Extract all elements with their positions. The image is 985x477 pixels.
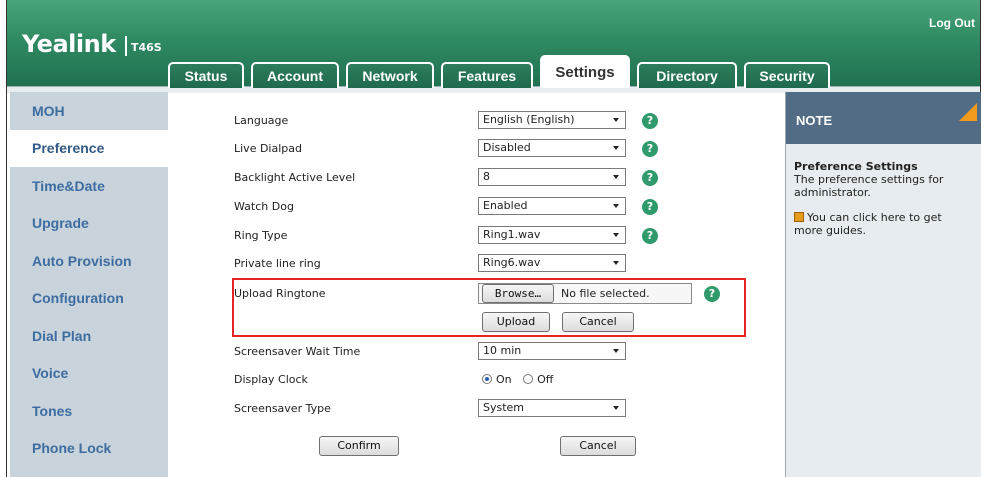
ring-type-select[interactable]: Ring1.wav <box>478 226 626 244</box>
sidebar-item-voice[interactable]: Voice <box>10 355 168 393</box>
chevron-down-icon <box>613 175 619 179</box>
book-icon <box>794 212 804 222</box>
sidebar-item-configuration[interactable]: Configuration <box>10 280 168 318</box>
sidebar: MOH Preference Time&Date Upgrade Auto Pr… <box>10 92 170 477</box>
clock-off-radio[interactable] <box>523 374 534 384</box>
language-select[interactable]: English (English) <box>478 111 626 129</box>
main-tabs: Status Account Network Features Settings… <box>168 55 837 88</box>
note-text: The preference settings for administrato… <box>794 173 944 199</box>
sidebar-item-tones[interactable]: Tones <box>10 392 168 430</box>
note-corner-icon <box>959 103 977 121</box>
clock-on-radio[interactable] <box>482 374 492 384</box>
browse-button[interactable]: Browse… <box>482 284 554 303</box>
ring-type-label: Ring Type <box>234 229 288 242</box>
backlight-label: Backlight Active Level <box>234 171 356 184</box>
sidebar-item-upgrade[interactable]: Upgrade <box>10 205 168 243</box>
tab-account[interactable]: Account <box>251 62 339 88</box>
tab-features[interactable]: Features <box>441 62 533 88</box>
help-icon[interactable]: ? <box>642 113 658 129</box>
confirm-button[interactable]: Confirm <box>319 436 399 456</box>
note-guide-row[interactable]: You can click here to get more guides. <box>794 211 973 237</box>
logout-link[interactable]: Log Out <box>929 16 975 30</box>
help-icon[interactable]: ? <box>642 228 658 244</box>
private-line-ring-select[interactable]: Ring6.wav <box>478 254 626 272</box>
chevron-down-icon <box>613 233 619 237</box>
chevron-down-icon <box>613 204 619 208</box>
tab-security[interactable]: Security <box>744 62 830 88</box>
display-clock-label: Display Clock <box>234 373 308 386</box>
help-icon[interactable]: ? <box>704 286 720 302</box>
screensaver-type-label: Screensaver Type <box>234 402 331 415</box>
chevron-down-icon <box>613 406 619 410</box>
screensaver-wait-select[interactable]: 10 min <box>478 342 626 360</box>
sidebar-item-auto-provision[interactable]: Auto Provision <box>10 242 168 280</box>
note-panel: NOTE Preference Settings The preference … <box>785 92 981 477</box>
model-label: T46S <box>131 41 162 54</box>
sidebar-item-dial-plan[interactable]: Dial Plan <box>10 317 168 355</box>
screensaver-wait-value: 10 min <box>483 344 522 357</box>
note-heading: Preference Settings <box>794 160 918 173</box>
screensaver-type-select[interactable]: System <box>478 399 626 417</box>
chevron-down-icon <box>613 146 619 150</box>
row-live-dialpad: Live Dialpad Disabled ? <box>168 139 771 159</box>
language-label: Language <box>234 114 289 127</box>
row-screensaver-wait: Screensaver Wait Time 10 min <box>168 342 771 362</box>
file-status: No file selected. <box>561 287 650 300</box>
note-guide-text[interactable]: You can click here to get more guides. <box>794 211 942 237</box>
clock-on-label: On <box>496 373 512 386</box>
row-private-line-ring: Private line ring Ring6.wav <box>168 254 771 274</box>
screensaver-type-value: System <box>483 401 525 414</box>
live-dialpad-value: Disabled <box>483 141 531 154</box>
display-clock-radios: On Off <box>482 373 553 386</box>
watch-dog-select[interactable]: Enabled <box>478 197 626 215</box>
upload-cancel-button[interactable]: Cancel <box>562 312 634 332</box>
tab-status[interactable]: Status <box>168 62 244 88</box>
sidebar-item-phone-lock[interactable]: Phone Lock <box>10 430 168 468</box>
help-icon[interactable]: ? <box>642 199 658 215</box>
chevron-down-icon <box>613 349 619 353</box>
note-title: NOTE <box>796 113 833 128</box>
private-line-ring-value: Ring6.wav <box>483 256 541 269</box>
language-value: English (English) <box>483 113 575 126</box>
logo-separator <box>125 36 127 56</box>
note-body: Preference Settings The preference setti… <box>786 144 981 247</box>
sidebar-item-preference[interactable]: Preference <box>10 129 170 167</box>
row-backlight: Backlight Active Level 8 ? <box>168 168 771 188</box>
help-icon[interactable]: ? <box>642 141 658 157</box>
clock-off-label: Off <box>537 373 554 386</box>
help-icon[interactable]: ? <box>642 170 658 186</box>
chevron-down-icon <box>613 118 619 122</box>
watch-dog-value: Enabled <box>483 199 528 212</box>
yealink-logo: Yealink <box>22 30 116 58</box>
row-watch-dog: Watch Dog Enabled ? <box>168 197 771 217</box>
watch-dog-label: Watch Dog <box>234 200 294 213</box>
tab-network[interactable]: Network <box>346 62 434 88</box>
backlight-value: 8 <box>483 170 490 183</box>
row-ring-type: Ring Type Ring1.wav ? <box>168 226 771 246</box>
live-dialpad-label: Live Dialpad <box>234 142 302 155</box>
row-screensaver-type: Screensaver Type System <box>168 399 771 419</box>
row-language: Language English (English) ? <box>168 111 771 131</box>
sidebar-item-moh[interactable]: MOH <box>10 92 168 130</box>
screensaver-wait-label: Screensaver Wait Time <box>234 345 361 358</box>
note-header: NOTE <box>786 92 981 144</box>
upload-button[interactable]: Upload <box>482 312 550 332</box>
cancel-button[interactable]: Cancel <box>560 436 636 456</box>
tab-settings[interactable]: Settings <box>540 55 630 88</box>
sidebar-item-time-date[interactable]: Time&Date <box>10 167 168 205</box>
row-display-clock: Display Clock On Off <box>168 370 771 390</box>
live-dialpad-select[interactable]: Disabled <box>478 139 626 157</box>
private-line-ring-label: Private line ring <box>234 257 321 270</box>
ring-type-value: Ring1.wav <box>483 228 541 241</box>
chevron-down-icon <box>613 261 619 265</box>
backlight-select[interactable]: 8 <box>478 168 626 186</box>
tab-directory[interactable]: Directory <box>637 62 737 88</box>
